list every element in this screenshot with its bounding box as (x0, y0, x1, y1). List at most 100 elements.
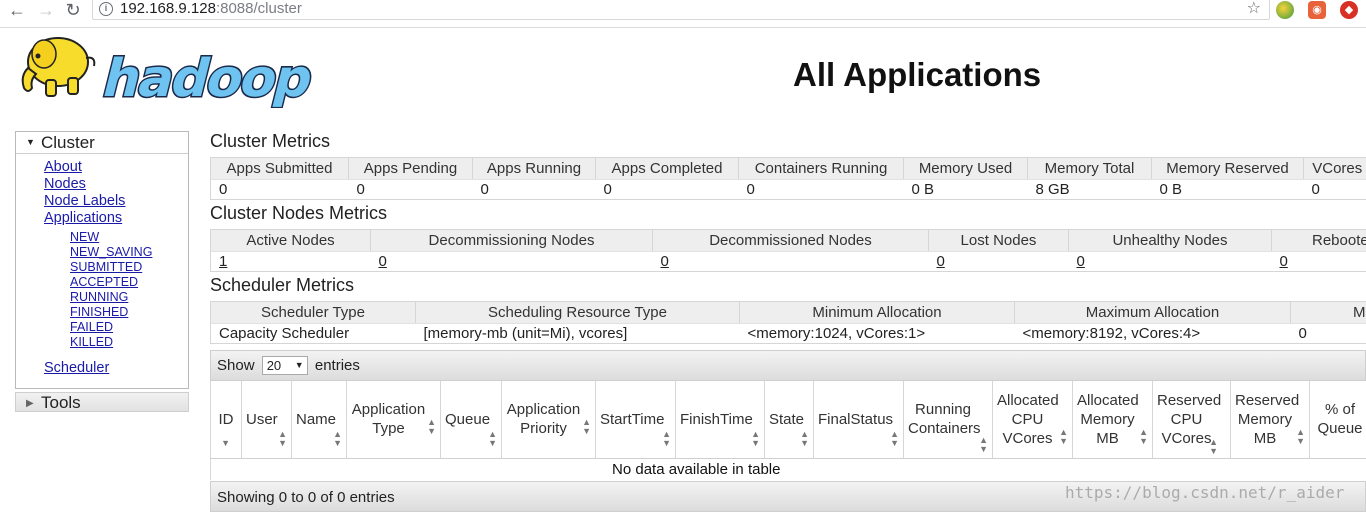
nav-link-applications[interactable]: Applications (44, 210, 125, 227)
address-bar[interactable]: i 192.168.9.128:8088/cluster ☆ (92, 0, 1270, 20)
metric-value: <memory:8192, vCores:4> (1015, 324, 1291, 344)
sort-icon: ▲▼ (488, 430, 497, 448)
sort-icon: ▲▼ (1296, 428, 1305, 446)
url-text[interactable]: 192.168.9.128:8088/cluster (120, 0, 302, 19)
back-arrow-icon[interactable]: ← (6, 0, 28, 20)
column-header: Lost Nodes (929, 230, 1069, 252)
elephant-logo-icon (23, 38, 95, 96)
decommissioned-nodes-link[interactable]: 0 (661, 253, 669, 270)
show-label: Show (217, 357, 255, 374)
column-header: Unhealthy Nodes (1069, 230, 1272, 252)
column-header: Active Nodes (211, 230, 371, 252)
nav-link-new-saving[interactable]: NEW_SAVING (70, 245, 152, 260)
column-header: Apps Pending (349, 158, 473, 180)
nav-link-new[interactable]: NEW (70, 230, 152, 245)
cluster-nav-links: About Nodes Node Labels Applications (44, 159, 125, 227)
cluster-nav-header[interactable]: ▼Cluster (16, 132, 188, 154)
sort-icon: ▲▼ (751, 430, 760, 448)
metric-value: Capacity Scheduler (211, 324, 416, 344)
extension-icon[interactable]: ◉ (1308, 1, 1326, 19)
active-nodes-link[interactable]: 1 (219, 253, 227, 270)
sort-icon: ▲▼ (278, 430, 287, 448)
unhealthy-nodes-link[interactable]: 0 (1077, 253, 1085, 270)
column-header-final-status[interactable]: FinalStatus▲▼ (814, 381, 904, 458)
triangle-down-icon: ▼ (26, 132, 41, 153)
column-header: Scheduler Type (211, 302, 416, 324)
table-row: No data available in table (211, 458, 1366, 480)
reload-icon[interactable]: ↻ (62, 0, 84, 20)
column-header-user[interactable]: User▲▼ (242, 381, 292, 458)
table-row: 1 0 0 0 0 0 (211, 252, 1366, 272)
nav-link-node-labels[interactable]: Node Labels (44, 193, 125, 210)
column-header-reserved-cpu-vcores[interactable]: Reserved CPU VCores▲▼ (1153, 381, 1231, 458)
column-header: Rebooted (1272, 230, 1366, 252)
nav-link-accepted[interactable]: ACCEPTED (70, 275, 152, 290)
bookmark-star-icon[interactable]: ☆ (1247, 0, 1261, 19)
nav-link-about[interactable]: About (44, 159, 125, 176)
column-header: Memory Reserved (1152, 158, 1304, 180)
metric-value: 8 GB (1028, 180, 1152, 200)
extension-icon[interactable] (1276, 1, 1294, 19)
nav-link-failed[interactable]: FAILED (70, 320, 152, 335)
nav-link-killed[interactable]: KILLED (70, 335, 152, 350)
column-header-start-time[interactable]: StartTime▲▼ (596, 381, 676, 458)
browser-toolbar: ← → ↻ i 192.168.9.128:8088/cluster ☆ ◉ ◆ (0, 0, 1366, 28)
table-info-text: Showing 0 to 0 of 0 entries (217, 489, 395, 506)
hadoop-wordmark: hadoop (97, 49, 316, 108)
sort-icon: ▲▼ (1139, 428, 1148, 446)
column-header: Decommissioning Nodes (371, 230, 653, 252)
column-header-running-containers[interactable]: Running Containers▲▼ (904, 381, 993, 458)
page-size-select[interactable]: 20▼ (262, 356, 308, 375)
sort-icon: ▲▼ (979, 436, 988, 454)
sort-desc-icon: ▼ (221, 439, 230, 448)
decommissioning-nodes-link[interactable]: 0 (379, 253, 387, 270)
tools-nav-header[interactable]: ▶Tools (15, 392, 189, 412)
column-header: Maximum Allocation (1015, 302, 1291, 324)
column-header-finish-time[interactable]: FinishTime▲▼ (676, 381, 765, 458)
column-header-application-type[interactable]: Application Type▲▼ (347, 381, 441, 458)
column-header: VCores (1304, 158, 1366, 180)
column-header-allocated-cpu-vcores[interactable]: Allocated CPU VCores▲▼ (993, 381, 1073, 458)
page-title: All Applications (793, 55, 1041, 95)
column-header: Apps Running (473, 158, 596, 180)
column-header-state[interactable]: State▲▼ (765, 381, 814, 458)
column-header-queue[interactable]: Queue▲▼ (441, 381, 502, 458)
column-header-allocated-memory-mb[interactable]: Allocated Memory MB▲▼ (1073, 381, 1153, 458)
cluster-nodes-metrics-table: Active Nodes Decommissioning Nodes Decom… (210, 229, 1366, 272)
datatable-length-bar: Show 20▼ entries (210, 350, 1366, 381)
column-header-application-priority[interactable]: Application Priority▲▼ (502, 381, 596, 458)
nav-link-scheduler[interactable]: Scheduler (44, 360, 109, 376)
hadoop-logo[interactable]: hadoop hadoop (16, 32, 316, 108)
column-header-id[interactable]: ID▼ (211, 381, 242, 458)
metric-value: 0 B (1152, 180, 1304, 200)
extension-icon[interactable]: ◆ (1340, 1, 1358, 19)
forward-arrow-icon[interactable]: → (35, 0, 57, 20)
metric-value: 0 (349, 180, 473, 200)
cluster-metrics-table: Apps Submitted Apps Pending Apps Running… (210, 157, 1366, 200)
watermark-text: https://blog.csdn.net/r_aider (1065, 482, 1344, 504)
metric-value: [memory-mb (unit=Mi), vcores] (416, 324, 740, 344)
column-header: Scheduling Resource Type (416, 302, 740, 324)
metric-value: 0 (596, 180, 739, 200)
column-header: Decommissioned Nodes (653, 230, 929, 252)
nav-link-submitted[interactable]: SUBMITTED (70, 260, 152, 275)
column-header: Memory Used (904, 158, 1028, 180)
column-header: Memory Total (1028, 158, 1152, 180)
rebooted-nodes-link[interactable]: 0 (1280, 253, 1288, 270)
column-header-name[interactable]: Name▲▼ (292, 381, 347, 458)
column-header: Containers Running (739, 158, 904, 180)
column-header: M (1291, 302, 1366, 324)
lost-nodes-link[interactable]: 0 (937, 253, 945, 270)
nav-link-nodes[interactable]: Nodes (44, 176, 125, 193)
cluster-nodes-metrics-title: Cluster Nodes Metrics (210, 203, 387, 223)
nav-link-running[interactable]: RUNNING (70, 290, 152, 305)
column-header-reserved-memory-mb[interactable]: Reserved Memory MB▲▼ (1231, 381, 1310, 458)
sort-icon: ▲▼ (427, 418, 436, 436)
scheduler-metrics-title: Scheduler Metrics (210, 275, 354, 295)
sort-icon: ▲▼ (582, 418, 591, 436)
info-icon[interactable]: i (99, 2, 113, 16)
column-header-percent-of-queue[interactable]: % of Queue▲▼ (1310, 381, 1366, 458)
nav-link-finished[interactable]: FINISHED (70, 305, 152, 320)
column-header: Apps Completed (596, 158, 739, 180)
table-row: 0 0 0 0 0 0 B 8 GB 0 B 0 (211, 180, 1366, 200)
